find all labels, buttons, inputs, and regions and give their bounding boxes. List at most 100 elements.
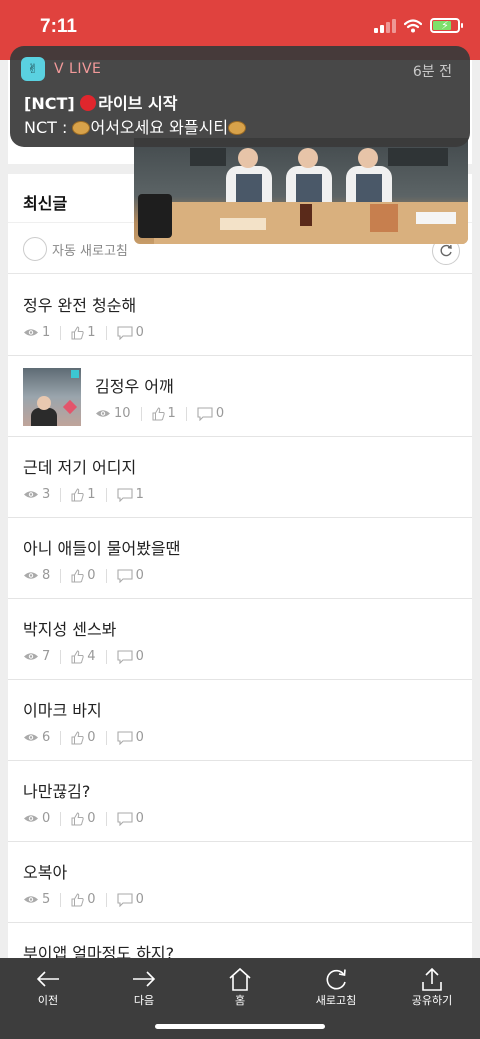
video-scene-waffle-iron bbox=[138, 194, 172, 238]
video-person bbox=[224, 148, 274, 208]
notification-title-prefix: [NCT] bbox=[24, 94, 75, 113]
view-count: 0 bbox=[23, 811, 50, 826]
status-time: 7:11 bbox=[40, 16, 77, 37]
post-title: 오복아 bbox=[23, 863, 68, 882]
status-icons: ⚡ bbox=[374, 18, 463, 33]
share-label: 공유하기 bbox=[411, 994, 453, 1007]
thumbs-up-icon bbox=[71, 487, 84, 501]
comment-icon bbox=[117, 568, 133, 583]
eye-icon bbox=[24, 734, 38, 741]
notification-body-prefix: NCT : bbox=[24, 118, 68, 137]
video-scene-cabinet bbox=[190, 148, 226, 166]
thumbs-up-icon bbox=[71, 568, 84, 582]
floating-video-player[interactable] bbox=[134, 138, 468, 244]
view-count: 8 bbox=[23, 568, 50, 583]
comment-count: 0 bbox=[117, 730, 144, 745]
like-count: 1 bbox=[71, 325, 96, 340]
like-count: 0 bbox=[71, 730, 96, 745]
eye-icon bbox=[24, 572, 38, 579]
comment-icon bbox=[117, 325, 133, 340]
like-count: 1 bbox=[71, 487, 96, 502]
share-button[interactable]: 공유하기 bbox=[384, 958, 480, 1039]
auto-refresh-toggle[interactable] bbox=[23, 237, 47, 261]
thumbs-up-icon bbox=[71, 811, 84, 825]
refresh-label: 새로고침 bbox=[315, 994, 357, 1007]
thumbs-up-icon bbox=[152, 406, 165, 420]
comment-icon bbox=[117, 730, 133, 745]
eye-icon bbox=[96, 410, 110, 417]
post-stats: 7 4 0 bbox=[23, 649, 144, 664]
video-person bbox=[284, 148, 334, 208]
video-scene-bottle bbox=[300, 204, 312, 226]
post-row[interactable]: 아니 애들이 물어봤을땐 8 0 0 bbox=[8, 518, 472, 599]
post-stats: 5 0 0 bbox=[23, 892, 144, 907]
vlive-app-icon: ✌ bbox=[21, 57, 45, 81]
refresh-icon bbox=[440, 244, 452, 257]
post-title: 나만끊김? bbox=[23, 782, 91, 801]
post-stats: 0 0 0 bbox=[23, 811, 144, 826]
video-scene-plate bbox=[220, 218, 266, 230]
view-count: 6 bbox=[23, 730, 50, 745]
notification-title: [NCT] 라이브 시작 bbox=[24, 90, 177, 114]
notification-time: 6분 전 bbox=[412, 64, 452, 80]
like-count: 0 bbox=[71, 811, 96, 826]
post-title: 아니 애들이 물어봤을땐 bbox=[23, 539, 181, 558]
view-count: 1 bbox=[23, 325, 50, 340]
home-indicator[interactable] bbox=[155, 1024, 325, 1029]
eye-icon bbox=[24, 329, 38, 336]
comment-count: 0 bbox=[117, 325, 144, 340]
comment-count: 0 bbox=[117, 811, 144, 826]
notification-body-text: 어서오세요 와플시티 bbox=[90, 118, 229, 137]
post-stats: 8 0 0 bbox=[23, 568, 144, 583]
eye-icon bbox=[24, 491, 38, 498]
view-count: 3 bbox=[23, 487, 50, 502]
notification-app-name: V LIVE bbox=[54, 61, 102, 77]
waffle-icon bbox=[228, 121, 247, 135]
home-icon bbox=[229, 967, 251, 991]
post-row[interactable]: 오복아 5 0 0 bbox=[8, 842, 472, 923]
comment-icon bbox=[117, 892, 133, 907]
comment-count: 1 bbox=[117, 487, 144, 502]
post-thumbnail bbox=[23, 368, 81, 426]
like-count: 0 bbox=[71, 568, 96, 583]
view-count: 10 bbox=[95, 406, 131, 421]
eye-icon bbox=[24, 815, 38, 822]
notification-title-text: 라이브 시작 bbox=[98, 94, 178, 113]
arrow-left-icon bbox=[36, 971, 59, 987]
wifi-icon bbox=[404, 18, 422, 32]
post-stats: 10 1 0 bbox=[95, 406, 224, 421]
post-title: 박지성 센스봐 bbox=[23, 620, 117, 639]
auto-refresh-label: 자동 새로고침 bbox=[52, 244, 128, 259]
post-row[interactable]: 박지성 센스봐 7 4 0 bbox=[8, 599, 472, 680]
post-row[interactable]: 나만끊김? 0 0 0 bbox=[8, 761, 472, 842]
post-title: 정우 완전 청순해 bbox=[23, 296, 137, 315]
refresh-icon bbox=[326, 969, 346, 990]
post-row[interactable]: 이마크 바지 6 0 0 bbox=[8, 680, 472, 761]
push-notification[interactable]: ✌ V LIVE 6분 전 [NCT] 라이브 시작 NCT : 어서오세요 와… bbox=[10, 46, 470, 147]
next-label: 다음 bbox=[133, 994, 155, 1007]
notification-body: NCT : 어서오세요 와플시티 bbox=[24, 114, 247, 138]
post-row[interactable]: 근데 저기 어디지 3 1 1 bbox=[8, 437, 472, 518]
post-row[interactable]: 김정우 어깨 10 1 0 bbox=[8, 356, 472, 437]
back-label: 이전 bbox=[37, 994, 59, 1007]
post-title: 근데 저기 어디지 bbox=[23, 458, 137, 477]
like-count: 4 bbox=[71, 649, 96, 664]
eye-icon bbox=[24, 653, 38, 660]
video-person bbox=[344, 148, 394, 208]
back-button[interactable]: 이전 bbox=[0, 958, 96, 1039]
waffle-icon bbox=[72, 121, 91, 135]
thumbs-up-icon bbox=[71, 325, 84, 339]
view-count: 5 bbox=[23, 892, 50, 907]
like-count: 0 bbox=[71, 892, 96, 907]
comment-count: 0 bbox=[117, 649, 144, 664]
post-title: 김정우 어깨 bbox=[95, 377, 174, 396]
view-count: 7 bbox=[23, 649, 50, 664]
home-label: 홈 bbox=[234, 994, 246, 1007]
comment-count: 0 bbox=[197, 406, 224, 421]
comment-icon bbox=[197, 406, 213, 421]
post-title: 이마크 바지 bbox=[23, 701, 102, 720]
post-row[interactable]: 정우 완전 청순해 1 1 0 bbox=[8, 275, 472, 356]
post-stats: 6 0 0 bbox=[23, 730, 144, 745]
video-scene-bread bbox=[370, 204, 398, 232]
red-circle-icon bbox=[80, 95, 97, 111]
